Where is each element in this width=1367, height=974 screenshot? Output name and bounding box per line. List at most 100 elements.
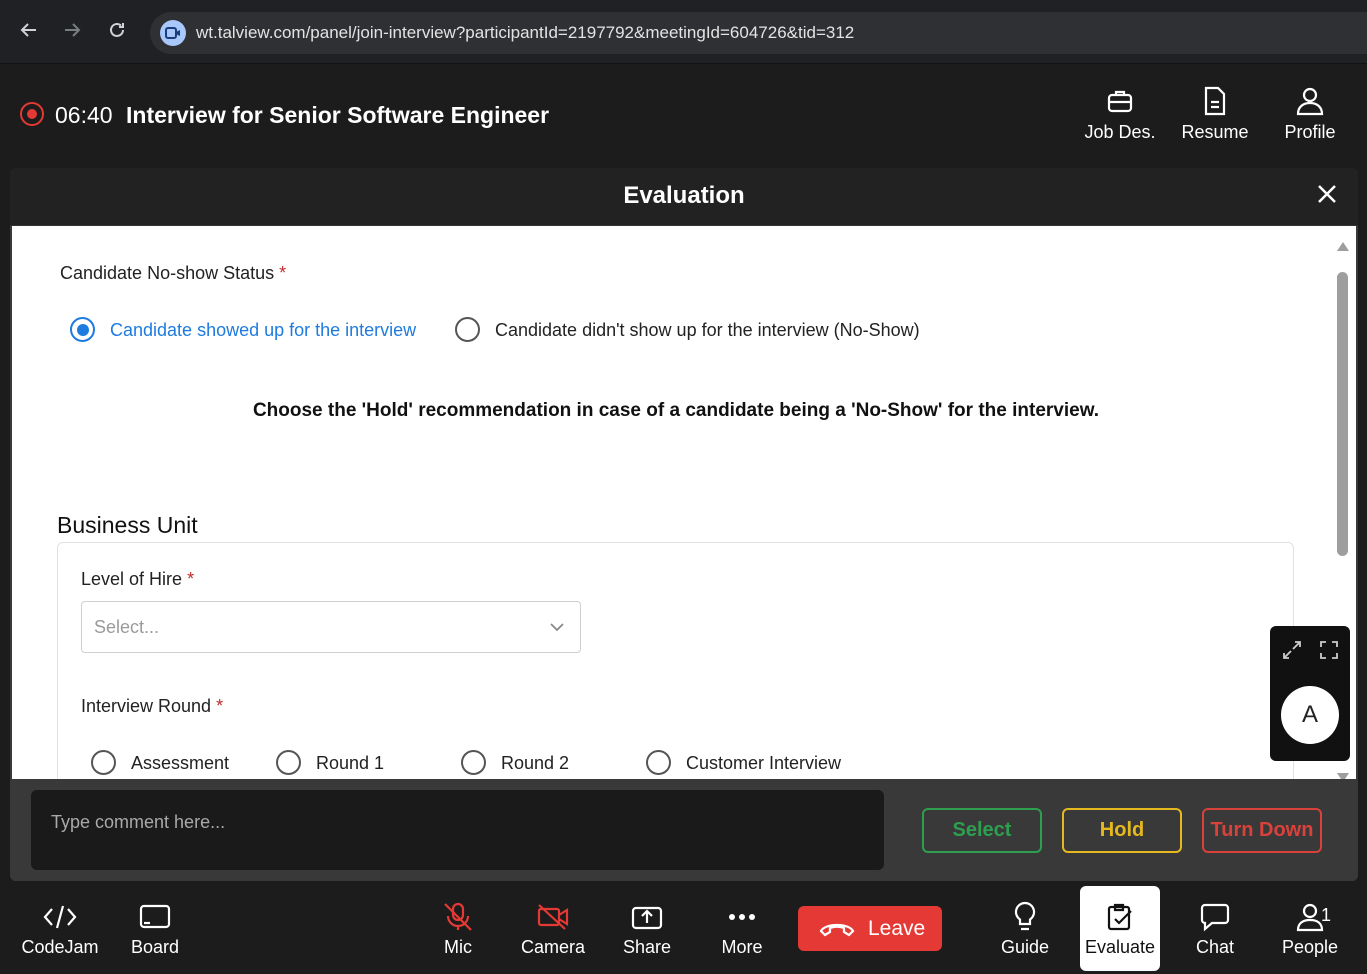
evaluation-panel-header: Evaluation <box>10 168 1358 226</box>
required-mark: * <box>216 696 224 716</box>
camera-label: Camera <box>520 937 586 957</box>
chat-bubble-icon <box>1170 901 1260 933</box>
people-label: People <box>1281 937 1339 957</box>
radio-round-2-label[interactable]: Round 2 <box>501 753 569 774</box>
mic-off-icon <box>413 901 503 933</box>
noshow-status-text: Candidate No-show Status <box>60 263 275 283</box>
people-count-badge: 1 <box>1321 905 1332 925</box>
select-button[interactable]: Select <box>922 808 1042 853</box>
level-of-hire-select[interactable]: Select... <box>81 601 581 653</box>
hold-notice: Choose the 'Hold' recommendation in case… <box>252 400 1100 421</box>
forward-button[interactable] <box>57 18 87 48</box>
person-icon <box>1260 84 1360 118</box>
level-of-hire-label: Level of Hire * <box>81 569 194 590</box>
url-text[interactable]: wt.talview.com/panel/join-interview?part… <box>196 23 854 43</box>
job-description-button[interactable]: Job Des. <box>1070 84 1170 143</box>
people-button[interactable]: People <box>1265 901 1355 958</box>
clipboard-check-icon <box>1080 901 1160 933</box>
radio-round-1-label[interactable]: Round 1 <box>316 753 384 774</box>
decision-area: Type comment here... Select Hold Turn Do… <box>10 779 1358 881</box>
evaluation-panel: Evaluation Candidate No-show Status * Ca… <box>10 168 1358 881</box>
reload-icon <box>110 22 124 37</box>
hang-up-icon <box>819 923 855 937</box>
browser-toolbar: wt.talview.com/panel/join-interview?part… <box>0 0 1367 64</box>
interview-round-label: Interview Round * <box>81 696 223 717</box>
share-button[interactable]: Share <box>602 901 692 958</box>
interview-round-text: Interview Round <box>81 696 212 716</box>
reload-button[interactable] <box>102 18 132 48</box>
chat-label: Chat <box>1195 937 1235 957</box>
level-of-hire-text: Level of Hire <box>81 569 183 589</box>
noshow-status-label: Candidate No-show Status * <box>60 263 286 284</box>
document-icon <box>1165 84 1265 118</box>
profile-button[interactable]: Profile <box>1260 84 1360 143</box>
avatar: A <box>1281 686 1339 744</box>
leave-button[interactable]: Leave <box>798 906 942 951</box>
arrow-left-icon <box>20 23 36 37</box>
turn-down-button[interactable]: Turn Down <box>1202 808 1322 853</box>
self-view-tile: A <box>1270 626 1350 761</box>
chat-button[interactable]: Chat <box>1170 901 1260 958</box>
collapse-icon[interactable] <box>1282 640 1302 660</box>
profile-label: Profile <box>1284 122 1336 142</box>
mic-button[interactable]: Mic <box>413 901 503 958</box>
address-bar[interactable]: wt.talview.com/panel/join-interview?part… <box>150 12 1367 54</box>
meeting-title: Interview for Senior Software Engineer <box>126 102 550 128</box>
chevron-down-icon <box>550 623 564 632</box>
meeting-toolbar: CodeJam Board Mic Camera Share More Leav… <box>0 881 1367 974</box>
more-button[interactable]: More <box>697 901 787 958</box>
recording-icon <box>20 102 44 126</box>
share-label: Share <box>622 937 672 957</box>
resume-button[interactable]: Resume <box>1165 84 1265 143</box>
people-icon <box>1265 901 1355 933</box>
level-of-hire-placeholder: Select... <box>94 617 160 637</box>
leave-label: Leave <box>868 917 926 940</box>
comment-input[interactable]: Type comment here... <box>31 790 884 870</box>
guide-label: Guide <box>1000 937 1050 957</box>
scroll-thumb[interactable] <box>1337 272 1348 556</box>
back-button[interactable] <box>14 18 44 48</box>
codejam-label: CodeJam <box>21 937 99 957</box>
radio-round-assessment-label[interactable]: Assessment <box>131 753 229 774</box>
comment-placeholder: Type comment here... <box>51 812 226 832</box>
board-label: Board <box>130 937 180 957</box>
job-description-label: Job Des. <box>1084 122 1156 142</box>
business-unit-heading: Business Unit <box>57 512 198 538</box>
radio-round-1[interactable] <box>276 750 301 775</box>
required-mark: * <box>187 569 195 589</box>
more-label: More <box>721 937 763 957</box>
meeting-header: 06:40 Interview for Senior Software Engi… <box>0 64 1367 168</box>
radio-no-show-label[interactable]: Candidate didn't show up for the intervi… <box>495 320 920 341</box>
scroll-up-icon[interactable] <box>1337 242 1349 251</box>
meeting-timer: 06:40 <box>55 102 113 128</box>
fullscreen-icon[interactable] <box>1319 640 1339 660</box>
guide-button[interactable]: Guide <box>980 901 1070 958</box>
evaluate-button[interactable]: Evaluate <box>1080 886 1160 971</box>
codejam-button[interactable]: CodeJam <box>15 901 105 958</box>
mic-label: Mic <box>444 937 472 957</box>
radio-showed-up[interactable] <box>70 317 95 342</box>
required-mark: * <box>279 263 287 283</box>
site-info-icon[interactable] <box>160 20 186 46</box>
radio-round-assessment[interactable] <box>91 750 116 775</box>
radio-round-customer[interactable] <box>646 750 671 775</box>
board-button[interactable]: Board <box>110 901 200 958</box>
radio-round-2[interactable] <box>461 750 486 775</box>
close-icon <box>1318 185 1336 203</box>
whiteboard-icon <box>110 901 200 933</box>
radio-round-customer-label[interactable]: Customer Interview <box>686 753 841 774</box>
evaluation-title: Evaluation <box>623 182 745 209</box>
business-unit-card <box>57 542 1294 779</box>
arrow-right-icon <box>65 23 81 37</box>
code-icon <box>15 901 105 933</box>
resume-label: Resume <box>1181 122 1249 142</box>
share-screen-icon <box>602 901 692 933</box>
close-evaluation-button[interactable] <box>1314 183 1340 209</box>
camera-button[interactable]: Camera <box>508 901 598 958</box>
lightbulb-icon <box>980 901 1070 933</box>
radio-no-show[interactable] <box>455 317 480 342</box>
radio-showed-up-label[interactable]: Candidate showed up for the interview <box>110 320 416 341</box>
camera-off-icon <box>508 901 598 933</box>
hold-button[interactable]: Hold <box>1062 808 1182 853</box>
evaluation-form: Candidate No-show Status * Candidate sho… <box>12 226 1356 779</box>
